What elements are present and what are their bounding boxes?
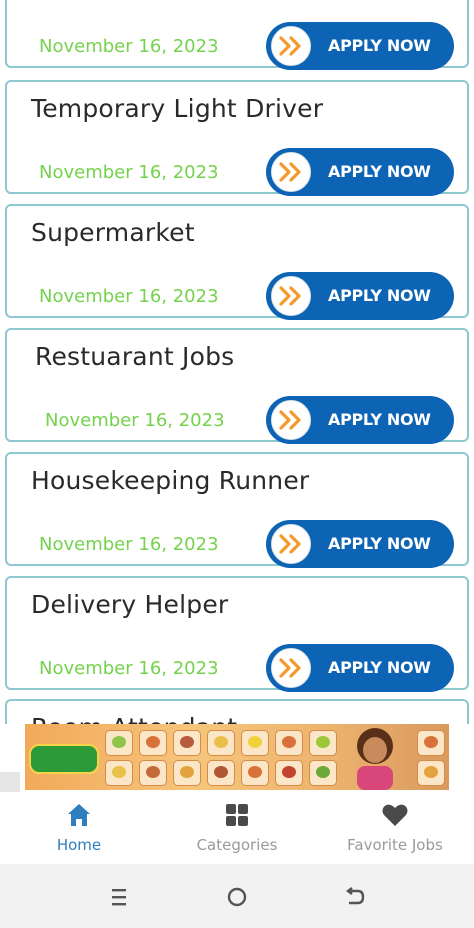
job-date: November 16, 2023 bbox=[39, 534, 219, 555]
ad-tile bbox=[275, 760, 303, 786]
job-title: Room Attendant bbox=[31, 713, 237, 724]
ad-game-logo bbox=[29, 744, 99, 774]
double-chevron-right-icon bbox=[271, 400, 311, 440]
apply-now-button[interactable]: APPLY NOW bbox=[266, 520, 454, 568]
system-navigation-bar bbox=[0, 864, 474, 928]
apply-now-label: APPLY NOW bbox=[328, 410, 431, 429]
apply-now-button[interactable]: APPLY NOW bbox=[266, 644, 454, 692]
ad-tile bbox=[309, 760, 337, 786]
ad-tile bbox=[173, 760, 201, 786]
job-card[interactable]: Housekeeping Runner November 16, 2023 AP… bbox=[5, 452, 469, 568]
home-icon bbox=[68, 804, 90, 826]
ad-tile bbox=[241, 730, 269, 756]
job-date: November 16, 2023 bbox=[39, 658, 219, 679]
apply-now-label: APPLY NOW bbox=[328, 286, 431, 305]
apply-now-button[interactable]: APPLY NOW bbox=[266, 272, 454, 320]
job-title: Delivery Helper bbox=[31, 590, 229, 619]
double-chevron-right-icon bbox=[271, 276, 311, 316]
apply-now-button[interactable]: APPLY NOW bbox=[266, 148, 454, 196]
nav-item-categories[interactable]: Categories bbox=[158, 792, 316, 864]
nav-label: Home bbox=[56, 836, 102, 854]
recents-icon[interactable] bbox=[104, 882, 134, 912]
job-date: November 16, 2023 bbox=[39, 286, 219, 307]
ad-tile bbox=[417, 760, 445, 786]
ad-banner[interactable] bbox=[25, 724, 449, 790]
job-card[interactable]: Room Attendant bbox=[5, 699, 469, 724]
app-screen: November 16, 2023 APPLY NOW Temporary Li… bbox=[0, 0, 474, 928]
job-title: Supermarket bbox=[31, 218, 195, 247]
job-date: November 16, 2023 bbox=[45, 410, 225, 431]
job-date: November 16, 2023 bbox=[39, 36, 219, 57]
double-chevron-right-icon bbox=[271, 648, 311, 688]
apply-now-button[interactable]: APPLY NOW bbox=[266, 396, 454, 444]
apply-now-label: APPLY NOW bbox=[328, 36, 431, 55]
double-chevron-right-icon bbox=[271, 524, 311, 564]
apply-now-label: APPLY NOW bbox=[328, 658, 431, 677]
ad-tile bbox=[105, 730, 133, 756]
apply-now-label: APPLY NOW bbox=[328, 534, 431, 553]
job-card[interactable]: Delivery Helper November 16, 2023 APPLY … bbox=[5, 576, 469, 692]
job-card[interactable]: November 16, 2023 APPLY NOW bbox=[5, 0, 469, 70]
ad-tile bbox=[275, 730, 303, 756]
ad-tile bbox=[139, 760, 167, 786]
apply-now-button[interactable]: APPLY NOW bbox=[266, 22, 454, 70]
bottom-navigation: Home Categories Favorite Jobs bbox=[0, 792, 474, 864]
ad-tile bbox=[207, 760, 235, 786]
double-chevron-right-icon bbox=[271, 152, 311, 192]
job-list[interactable]: November 16, 2023 APPLY NOW Temporary Li… bbox=[0, 0, 474, 724]
nav-label: Categories bbox=[196, 836, 278, 854]
ad-character-image bbox=[357, 728, 393, 790]
ad-tile bbox=[105, 760, 133, 786]
double-chevron-right-icon bbox=[271, 26, 311, 66]
edge-handle bbox=[0, 772, 20, 792]
job-title: Housekeeping Runner bbox=[31, 466, 310, 495]
job-card[interactable]: Temporary Light Driver November 16, 2023… bbox=[5, 80, 469, 196]
home-circle-icon[interactable] bbox=[222, 882, 252, 912]
apply-now-label: APPLY NOW bbox=[328, 162, 431, 181]
job-title: Restuarant Jobs bbox=[35, 342, 235, 371]
ad-tile bbox=[241, 760, 269, 786]
ad-tile bbox=[207, 730, 235, 756]
job-card[interactable]: Supermarket November 16, 2023 APPLY NOW bbox=[5, 204, 469, 320]
nav-item-home[interactable]: Home bbox=[0, 792, 158, 864]
job-date: November 16, 2023 bbox=[39, 162, 219, 183]
job-card[interactable]: Restuarant Jobs November 16, 2023 APPLY … bbox=[5, 328, 469, 444]
job-title: Temporary Light Driver bbox=[31, 94, 324, 123]
grid-icon bbox=[226, 804, 248, 826]
ad-tile bbox=[139, 730, 167, 756]
ad-tile bbox=[309, 730, 337, 756]
ad-tile bbox=[173, 730, 201, 756]
ad-tile bbox=[417, 730, 445, 756]
nav-label: Favorite Jobs bbox=[347, 836, 443, 854]
back-icon[interactable] bbox=[340, 882, 370, 912]
heart-icon bbox=[382, 804, 408, 826]
nav-item-favorite-jobs[interactable]: Favorite Jobs bbox=[316, 792, 474, 864]
